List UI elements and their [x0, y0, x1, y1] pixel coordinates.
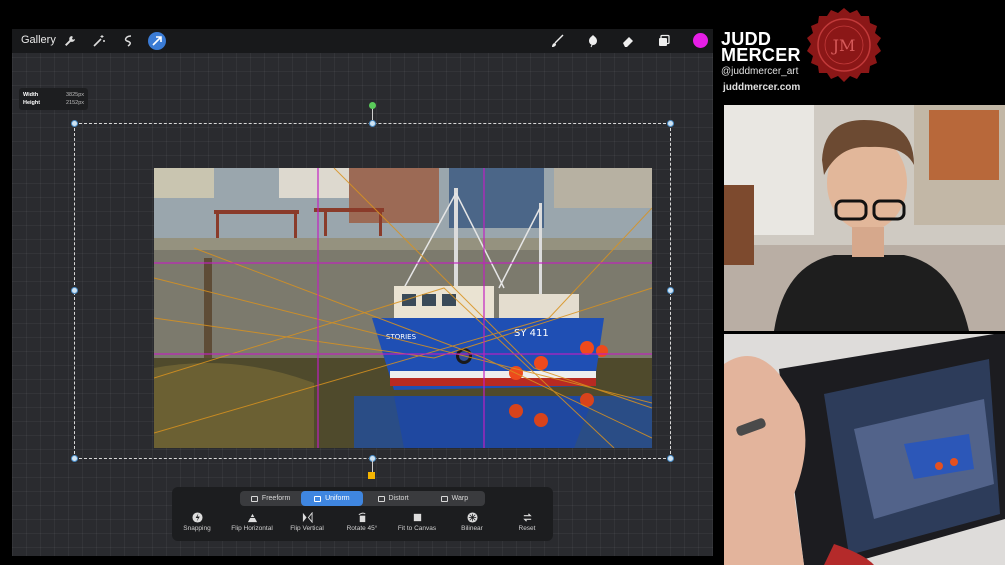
gallery-button[interactable]: Gallery	[21, 34, 56, 46]
rotation-handle[interactable]	[369, 102, 376, 109]
brush-icon[interactable]	[549, 32, 567, 50]
magic-wand-icon[interactable]	[90, 32, 108, 50]
mode-uniform[interactable]: Uniform	[301, 491, 363, 506]
mode-uniform-label: Uniform	[325, 495, 350, 502]
wrench-icon[interactable]	[61, 32, 79, 50]
eraser-icon[interactable]	[619, 32, 637, 50]
mode-warp-label: Warp	[451, 495, 469, 502]
freeform-icon	[250, 495, 258, 502]
snapping-icon	[191, 512, 203, 523]
top-toolbar: Gallery	[12, 29, 713, 53]
brand-name: JUDD MERCER	[721, 30, 801, 65]
pivot-handle[interactable]	[368, 472, 375, 479]
tablet-overhead-feed	[724, 334, 1005, 565]
height-label: Height	[23, 100, 41, 106]
mode-freeform-label: Freeform	[261, 495, 291, 502]
seal-monogram: JM	[831, 36, 856, 55]
webcam-face-feed	[724, 105, 1005, 331]
corner-handle-top-left[interactable]	[71, 120, 78, 127]
width-label: Width	[23, 92, 39, 98]
warp-icon	[440, 495, 448, 502]
snapping-button[interactable]: Snapping	[168, 512, 226, 532]
mode-freeform[interactable]: Freeform	[240, 491, 301, 506]
height-value: 2152px	[65, 100, 84, 106]
reset-label: Reset	[518, 525, 536, 532]
smudge-icon[interactable]	[584, 32, 602, 50]
pivot-stem	[372, 460, 373, 472]
layers-icon[interactable]	[655, 32, 673, 50]
edge-handle-right[interactable]	[667, 287, 674, 294]
fit-to-canvas-label: Fit to Canvas	[397, 525, 437, 532]
bilinear-button[interactable]: Bilinear	[443, 512, 501, 532]
mode-distort-label: Distort	[388, 495, 409, 502]
brand-name-line2: MERCER	[721, 45, 801, 65]
transform-arrow-icon[interactable]	[148, 32, 166, 50]
bilinear-label: Bilinear	[461, 525, 483, 532]
bilinear-icon	[466, 512, 478, 523]
edge-handle-left[interactable]	[71, 287, 78, 294]
transform-actions: Snapping Flip Horizontal Flip Vertical R…	[172, 512, 553, 538]
transform-mode-selector: Freeform Uniform Distort Warp	[240, 491, 485, 506]
edge-handle-top[interactable]	[369, 120, 376, 127]
flip-vertical-button[interactable]: Flip Vertical	[278, 512, 336, 532]
reset-icon	[522, 513, 532, 522]
corner-handle-bottom-left[interactable]	[71, 455, 78, 462]
website-url: juddmercer.com	[723, 82, 801, 93]
wax-seal-logo-icon: JM	[807, 8, 881, 82]
distort-icon	[377, 495, 385, 502]
mode-distort[interactable]: Distort	[363, 491, 424, 506]
flip-horizontal-label: Flip Horizontal	[231, 525, 273, 532]
color-picker-swatch[interactable]	[693, 33, 708, 48]
mode-warp[interactable]: Warp	[424, 491, 485, 506]
corner-handle-bottom-right[interactable]	[667, 455, 674, 462]
flip-vertical-label: Flip Vertical	[290, 525, 324, 532]
selection-icon[interactable]	[119, 32, 137, 50]
rotate-45-label: Rotate 45°	[346, 525, 378, 532]
transform-panel: Freeform Uniform Distort Warp Snapping F…	[172, 487, 553, 541]
rotate-45-button[interactable]: Rotate 45°	[333, 512, 391, 532]
dimensions-readout: Width 3825px Height 2152px	[19, 88, 88, 110]
flip-horizontal-icon	[246, 513, 258, 523]
reset-button[interactable]: Reset	[498, 512, 556, 532]
snapping-label: Snapping	[183, 525, 211, 532]
transform-bounding-box[interactable]	[74, 123, 671, 459]
fit-to-canvas-icon	[413, 513, 421, 522]
fit-to-canvas-button[interactable]: Fit to Canvas	[388, 512, 446, 532]
social-handle: @juddmercer_art	[721, 66, 799, 77]
flip-horizontal-button[interactable]: Flip Horizontal	[223, 512, 281, 532]
corner-handle-top-right[interactable]	[667, 120, 674, 127]
uniform-icon	[314, 495, 322, 502]
width-value: 3825px	[65, 92, 84, 98]
procreate-window: Gallery Width 3825px Height 2152px SY 41…	[12, 29, 713, 556]
rotate-icon	[358, 512, 366, 523]
flip-vertical-icon	[302, 512, 313, 523]
